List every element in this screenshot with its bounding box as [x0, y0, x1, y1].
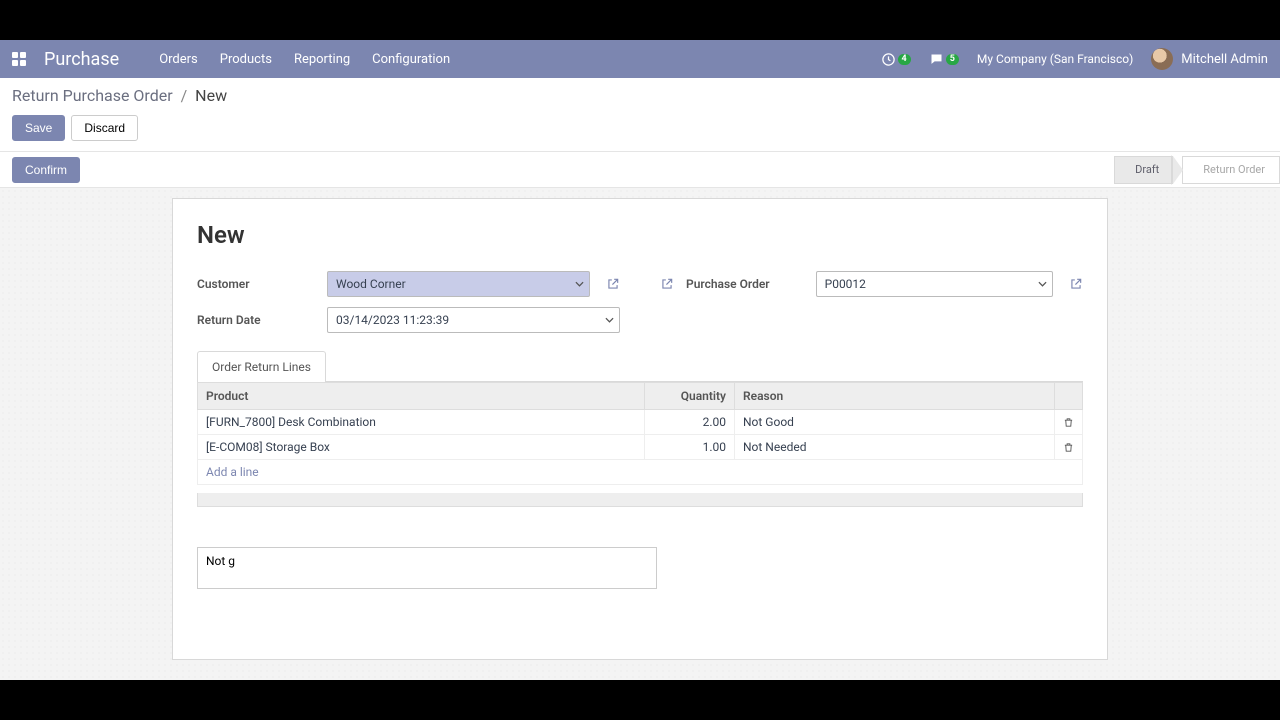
- breadcrumb-current: New: [195, 86, 227, 105]
- form-sheet: New Customer Wood Corner: [172, 198, 1108, 660]
- cell-qty[interactable]: 2.00: [645, 410, 735, 435]
- notes-field: Not g: [197, 547, 1083, 593]
- table-row[interactable]: [FURN_7800] Desk Combination 2.00 Not Go…: [198, 410, 1083, 435]
- nav-item-orders[interactable]: Orders: [159, 52, 198, 67]
- table-row[interactable]: [E-COM08] Storage Box 1.00 Not Needed: [198, 435, 1083, 460]
- page-title: New: [197, 221, 1083, 249]
- company-selector[interactable]: My Company (San Francisco): [977, 52, 1133, 66]
- po-label: Purchase Order: [686, 277, 770, 291]
- return-date-label: Return Date: [197, 313, 317, 327]
- status-steps: Draft Return Order: [1114, 152, 1280, 187]
- cell-product[interactable]: [FURN_7800] Desk Combination: [198, 410, 645, 435]
- form-surface: New Customer Wood Corner: [0, 188, 1280, 680]
- discuss-indicator[interactable]: 5: [929, 52, 959, 67]
- customer-value: Wood Corner: [336, 277, 406, 291]
- user-name: Mitchell Admin: [1181, 52, 1268, 67]
- confirm-button[interactable]: Confirm: [12, 157, 80, 183]
- tab-order-return-lines[interactable]: Order Return Lines: [197, 351, 326, 382]
- field-return-date: Return Date 03/14/2023 11:23:39: [197, 307, 620, 333]
- row-delete[interactable]: [1055, 410, 1083, 435]
- customer-external-link[interactable]: [606, 277, 620, 291]
- save-button[interactable]: Save: [12, 115, 65, 141]
- user-menu[interactable]: Mitchell Admin: [1151, 48, 1268, 70]
- status-return-order[interactable]: Return Order: [1182, 156, 1280, 184]
- trash-icon: [1063, 417, 1074, 428]
- add-line-label[interactable]: Add a line: [198, 460, 1083, 485]
- external-link-icon: [606, 277, 620, 291]
- status-bar: Confirm Draft Return Order: [0, 152, 1280, 188]
- customer-select[interactable]: Wood Corner: [327, 271, 590, 297]
- col-reason: Reason: [735, 383, 1055, 410]
- return-date-value: 03/14/2023 11:23:39: [336, 313, 449, 327]
- cell-reason[interactable]: Not Needed: [735, 435, 1055, 460]
- navbar: Purchase Orders Products Reporting Confi…: [0, 40, 1280, 78]
- col-quantity: Quantity: [645, 383, 735, 410]
- col-product: Product: [198, 383, 645, 410]
- activity-indicator[interactable]: 4: [881, 52, 911, 67]
- external-link-icon: [660, 277, 674, 291]
- breadcrumb: Return Purchase Order / New: [12, 86, 1268, 105]
- field-purchase-order: Purchase Order P00012: [660, 271, 1083, 297]
- trash-icon: [1063, 442, 1074, 453]
- clock-icon: [881, 52, 896, 67]
- return-date-select[interactable]: 03/14/2023 11:23:39: [327, 307, 620, 333]
- nav-item-reporting[interactable]: Reporting: [294, 52, 350, 67]
- notes-textarea[interactable]: Not g: [197, 547, 657, 589]
- po-value: P00012: [825, 277, 866, 291]
- external-link-icon: [1069, 277, 1083, 291]
- nav-item-products[interactable]: Products: [220, 52, 272, 67]
- tabs: Order Return Lines: [197, 351, 1083, 382]
- return-lines-table: Product Quantity Reason [FURN_7800] Desk…: [197, 382, 1083, 485]
- chat-icon: [929, 52, 944, 67]
- nav-item-configuration[interactable]: Configuration: [372, 52, 450, 67]
- app-brand[interactable]: Purchase: [44, 49, 119, 70]
- action-buttons: Save Discard: [0, 111, 1280, 152]
- cell-reason[interactable]: Not Good: [735, 410, 1055, 435]
- po-external-link[interactable]: [1069, 277, 1083, 291]
- field-customer: Customer Wood Corner: [197, 271, 620, 297]
- discuss-badge: 5: [946, 54, 959, 65]
- nav-menu: Orders Products Reporting Configuration: [159, 52, 450, 67]
- avatar: [1151, 48, 1173, 70]
- status-draft[interactable]: Draft: [1114, 156, 1173, 184]
- po-leading-external-link[interactable]: [660, 277, 674, 291]
- cell-product[interactable]: [E-COM08] Storage Box: [198, 435, 645, 460]
- col-actions: [1055, 383, 1083, 410]
- add-line-row[interactable]: Add a line: [198, 460, 1083, 485]
- table-footer-spacer: [197, 493, 1083, 507]
- breadcrumb-parent[interactable]: Return Purchase Order: [12, 86, 173, 105]
- customer-label: Customer: [197, 277, 317, 291]
- cell-qty[interactable]: 1.00: [645, 435, 735, 460]
- discard-button[interactable]: Discard: [71, 115, 138, 141]
- po-select[interactable]: P00012: [816, 271, 1053, 297]
- row-delete[interactable]: [1055, 435, 1083, 460]
- breadcrumb-separator: /: [181, 86, 188, 105]
- apps-icon[interactable]: [12, 52, 26, 66]
- activity-badge: 4: [898, 54, 911, 65]
- breadcrumb-bar: Return Purchase Order / New: [0, 78, 1280, 111]
